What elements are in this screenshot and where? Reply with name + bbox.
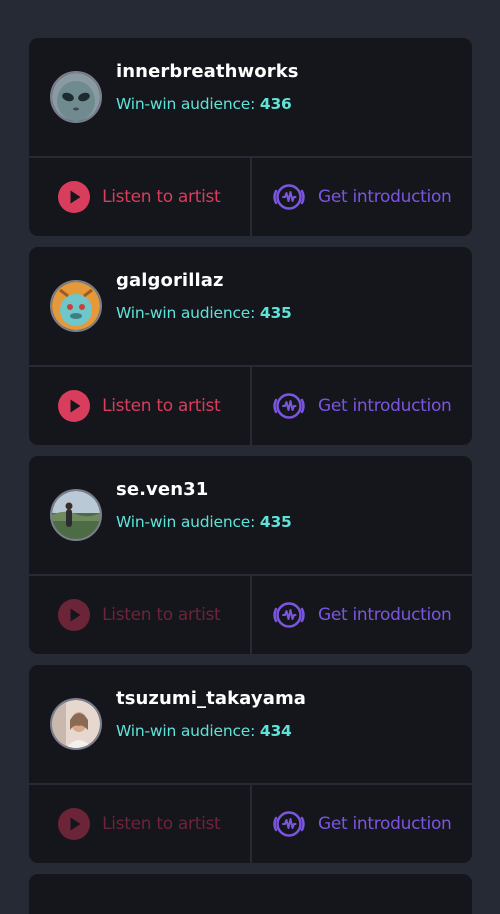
- listen-label: Listen to artist: [102, 814, 221, 834]
- soundwave-headset-icon: [273, 184, 305, 210]
- play-circle-icon: [58, 181, 91, 213]
- get-introduction-button[interactable]: Get introduction: [252, 576, 473, 654]
- get-introduction-button[interactable]: Get introduction: [252, 367, 473, 445]
- artist-card-partial: [29, 874, 472, 914]
- landscape-photo-avatar[interactable]: [50, 489, 102, 541]
- artist-card: se.ven31 Win-win audience: 435 Listen to…: [29, 456, 472, 654]
- portrait-photo-avatar[interactable]: [50, 698, 102, 750]
- audience-label: Win-win audience:: [116, 722, 256, 740]
- card-actions: Listen to artist Get introduction: [29, 158, 472, 236]
- gorilla-art-avatar[interactable]: [50, 280, 102, 332]
- artist-name[interactable]: tsuzumi_takayama: [116, 688, 306, 709]
- audience-count: Win-win audience: 435: [116, 513, 292, 531]
- card-actions: Listen to artist Get introduction: [29, 576, 472, 654]
- audience-label: Win-win audience:: [116, 95, 256, 113]
- play-circle-icon: [58, 808, 91, 840]
- alien-face-avatar[interactable]: [50, 71, 102, 123]
- audience-count: Win-win audience: 434: [116, 722, 292, 740]
- listen-to-artist-button[interactable]: Listen to artist: [29, 785, 252, 863]
- get-introduction-button[interactable]: Get introduction: [252, 158, 473, 236]
- listen-to-artist-button[interactable]: Listen to artist: [29, 576, 252, 654]
- artist-info: innerbreathworks Win-win audience: 436: [29, 38, 472, 158]
- artist-info: galgorillaz Win-win audience: 435: [29, 247, 472, 367]
- audience-count: Win-win audience: 435: [116, 304, 292, 322]
- audience-value: 435: [259, 513, 292, 531]
- artist-name[interactable]: galgorillaz: [116, 270, 224, 291]
- get-introduction-button[interactable]: Get introduction: [252, 785, 473, 863]
- artist-info: tsuzumi_takayama Win-win audience: 434: [29, 665, 472, 785]
- audience-count: Win-win audience: 436: [116, 95, 292, 113]
- play-circle-icon: [58, 390, 91, 422]
- play-circle-icon: [58, 599, 91, 631]
- listen-to-artist-button[interactable]: Listen to artist: [29, 158, 252, 236]
- artist-feed: innerbreathworks Win-win audience: 436 L…: [29, 38, 472, 914]
- card-actions: Listen to artist Get introduction: [29, 367, 472, 445]
- card-actions: Listen to artist Get introduction: [29, 785, 472, 863]
- intro-label: Get introduction: [317, 605, 452, 625]
- audience-value: 435: [259, 304, 292, 322]
- artist-card: innerbreathworks Win-win audience: 436 L…: [29, 38, 472, 236]
- artist-card: tsuzumi_takayama Win-win audience: 434 L…: [29, 665, 472, 863]
- artist-info: se.ven31 Win-win audience: 435: [29, 456, 472, 576]
- soundwave-headset-icon: [273, 602, 305, 628]
- soundwave-headset-icon: [273, 811, 305, 837]
- listen-label: Listen to artist: [102, 605, 221, 625]
- audience-value: 434: [259, 722, 292, 740]
- artist-name[interactable]: innerbreathworks: [116, 61, 299, 82]
- listen-to-artist-button[interactable]: Listen to artist: [29, 367, 252, 445]
- intro-label: Get introduction: [317, 187, 452, 207]
- audience-label: Win-win audience:: [116, 304, 256, 322]
- intro-label: Get introduction: [317, 814, 452, 834]
- soundwave-headset-icon: [273, 393, 305, 419]
- intro-label: Get introduction: [317, 396, 452, 416]
- listen-label: Listen to artist: [102, 396, 221, 416]
- listen-label: Listen to artist: [102, 187, 221, 207]
- artist-card: galgorillaz Win-win audience: 435 Listen…: [29, 247, 472, 445]
- audience-label: Win-win audience:: [116, 513, 256, 531]
- artist-name[interactable]: se.ven31: [116, 479, 208, 500]
- audience-value: 436: [259, 95, 292, 113]
